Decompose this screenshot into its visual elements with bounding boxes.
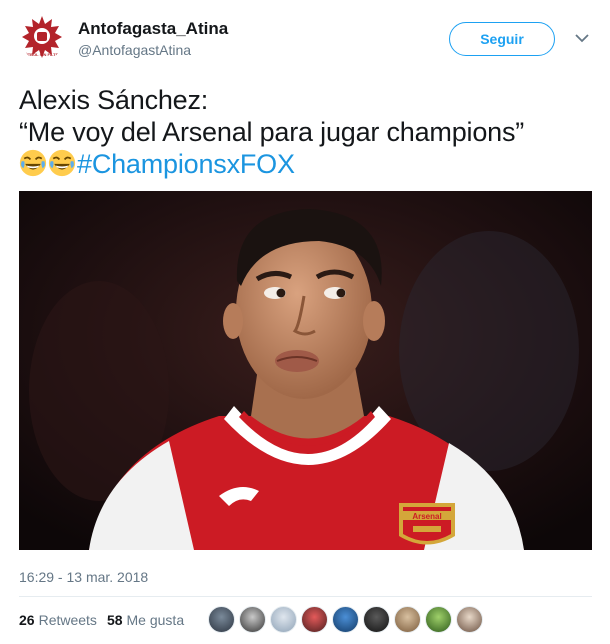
tweet-line-1: Alexis Sánchez: xyxy=(19,85,209,115)
likes-stat[interactable]: 58 Me gusta xyxy=(107,612,184,628)
avatar-logo: FÚTBOL SIN FILTRO xyxy=(19,14,65,60)
liker-avatar[interactable] xyxy=(394,606,421,633)
player-photo-illustration: Arsenal xyxy=(19,191,592,550)
author-handle[interactable]: @AntofagastAtina xyxy=(78,42,191,58)
liker-avatar[interactable] xyxy=(332,606,359,633)
liker-avatar[interactable] xyxy=(208,606,235,633)
liker-avatar[interactable] xyxy=(239,606,266,633)
svg-text:Arsenal: Arsenal xyxy=(412,512,441,521)
tweet-line-2: “Me voy del Arsenal para jugar champions… xyxy=(19,117,525,147)
tweet-stats: 26 Retweets 58 Me gusta xyxy=(19,612,184,628)
likers-avatars xyxy=(208,606,483,633)
divider xyxy=(19,596,592,597)
liker-avatar[interactable] xyxy=(363,606,390,633)
chevron-down-icon[interactable] xyxy=(572,28,592,48)
follow-button[interactable]: Seguir xyxy=(449,22,555,56)
liker-avatar[interactable] xyxy=(270,606,297,633)
liker-avatar[interactable] xyxy=(456,606,483,633)
arsenal-crest: Arsenal xyxy=(399,503,455,545)
profile-avatar[interactable]: FÚTBOL SIN FILTRO xyxy=(19,14,65,60)
tweet-timestamp[interactable]: 16:29 - 13 mar. 2018 xyxy=(19,569,148,585)
liker-avatar[interactable] xyxy=(301,606,328,633)
tweet-text: Alexis Sánchez: “Me voy del Arsenal para… xyxy=(19,84,599,180)
tweet-photo[interactable]: Arsenal xyxy=(19,191,592,550)
tweet-line-3: #ChampionsxFOX xyxy=(19,148,599,180)
hashtag-link[interactable]: #ChampionsxFOX xyxy=(77,149,295,179)
laughing-emoji-icon xyxy=(19,149,47,177)
author-display-name[interactable]: Antofagasta_Atina xyxy=(78,19,228,39)
avatar-caption: FÚTBOL SIN FILTRO xyxy=(22,52,61,57)
laughing-emoji-icon xyxy=(48,149,76,177)
tweet-header: FÚTBOL SIN FILTRO Antofagasta_Atina @Ant… xyxy=(0,0,610,80)
liker-avatar[interactable] xyxy=(425,606,452,633)
retweets-stat[interactable]: 26 Retweets xyxy=(19,612,97,628)
